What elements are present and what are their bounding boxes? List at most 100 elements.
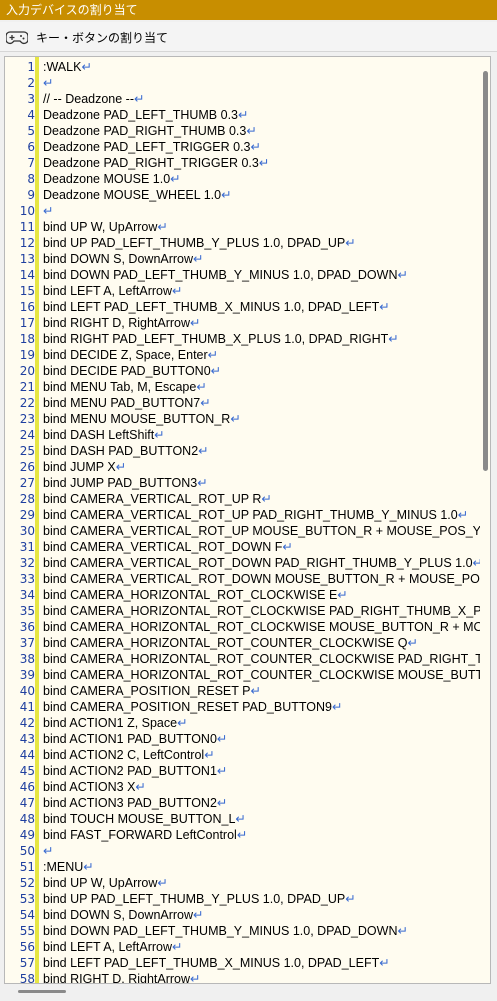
code-line[interactable]: 38 bind CAMERA_HORIZONTAL_ROT_COUNTER_CLO… xyxy=(5,651,490,667)
code-line[interactable]: 52 bind UP W, UpArrow↵ xyxy=(5,875,490,891)
line-text: :MENU↵ xyxy=(43,860,94,874)
code-line[interactable]: 1:WALK↵ xyxy=(5,59,490,75)
code-line[interactable]: 20 bind DECIDE PAD_BUTTON0↵ xyxy=(5,363,490,379)
code-line[interactable]: 19 bind DECIDE Z, Space, Enter↵ xyxy=(5,347,490,363)
code-line[interactable]: 33 bind CAMERA_VERTICAL_ROT_DOWN MOUSE_BU… xyxy=(5,571,490,587)
newline-mark: ↵ xyxy=(154,428,165,442)
code-line[interactable]: 13 bind DOWN S, DownArrow↵ xyxy=(5,251,490,267)
newline-mark: ↵ xyxy=(196,380,207,394)
code-line[interactable]: 42 bind ACTION1 Z, Space↵ xyxy=(5,715,490,731)
code-line[interactable]: 46 bind ACTION3 X↵ xyxy=(5,779,490,795)
code-line[interactable]: 15 bind LEFT A, LeftArrow↵ xyxy=(5,283,490,299)
code-line[interactable]: 27 bind JUMP PAD_BUTTON3↵ xyxy=(5,475,490,491)
line-number: 55 xyxy=(19,924,35,938)
code-line[interactable]: 44 bind ACTION2 C, LeftControl↵ xyxy=(5,747,490,763)
code-line[interactable]: 45 bind ACTION2 PAD_BUTTON1↵ xyxy=(5,763,490,779)
code-line[interactable]: 21 bind MENU Tab, M, Escape↵ xyxy=(5,379,490,395)
newline-mark: ↵ xyxy=(170,172,181,186)
code-line[interactable]: 48 bind TOUCH MOUSE_BUTTON_L↵ xyxy=(5,811,490,827)
code-line[interactable]: 2 ↵ xyxy=(5,75,490,91)
code-editor[interactable]: 1:WALK↵ 2 ↵ 3// -- Deadzone --↵ 4 Deadzone PA… xyxy=(4,56,491,984)
code-line[interactable]: 17 bind RIGHT D, RightArrow↵ xyxy=(5,315,490,331)
newline-mark: ↵ xyxy=(157,876,168,890)
code-line[interactable]: 5 Deadzone PAD_RIGHT_THUMB 0.3↵ xyxy=(5,123,490,139)
code-line[interactable]: 29 bind CAMERA_VERTICAL_ROT_UP PAD_RIGHT_… xyxy=(5,507,490,523)
code-line[interactable]: 47 bind ACTION3 PAD_BUTTON2↵ xyxy=(5,795,490,811)
line-text: bind LEFT PAD_LEFT_THUMB_X_MINUS 1.0, DP… xyxy=(43,300,390,314)
code-line[interactable]: 11 bind UP W, UpArrow↵ xyxy=(5,219,490,235)
code-line[interactable]: 37 bind CAMERA_HORIZONTAL_ROT_COUNTER_CLO… xyxy=(5,635,490,651)
newline-mark: ↵ xyxy=(261,492,272,506)
code-line[interactable]: 30 bind CAMERA_VERTICAL_ROT_UP MOUSE_BUTT… xyxy=(5,523,490,539)
code-line[interactable]: 31 bind CAMERA_VERTICAL_ROT_DOWN F↵ xyxy=(5,539,490,555)
line-number: 40 xyxy=(19,684,35,698)
code-line[interactable]: 40 bind CAMERA_POSITION_RESET P↵ xyxy=(5,683,490,699)
code-line[interactable]: 34 bind CAMERA_HORIZONTAL_ROT_CLOCKWISE E… xyxy=(5,587,490,603)
code-line[interactable]: 18 bind RIGHT PAD_LEFT_THUMB_X_PLUS 1.0, … xyxy=(5,331,490,347)
code-line[interactable]: 4 Deadzone PAD_LEFT_THUMB 0.3↵ xyxy=(5,107,490,123)
code-line[interactable]: 57 bind LEFT PAD_LEFT_THUMB_X_MINUS 1.0, … xyxy=(5,955,490,971)
code-line[interactable]: 35 bind CAMERA_HORIZONTAL_ROT_CLOCKWISE P… xyxy=(5,603,490,619)
newline-mark: ↵ xyxy=(198,444,209,458)
code-line[interactable]: 25 bind DASH PAD_BUTTON2↵ xyxy=(5,443,490,459)
line-text: bind ACTION2 PAD_BUTTON1↵ xyxy=(43,764,228,778)
line-text: bind CAMERA_HORIZONTAL_ROT_CLOCKWISE E↵ xyxy=(43,588,348,602)
line-number: 9 xyxy=(27,188,35,202)
line-text: bind CAMERA_POSITION_RESET PAD_BUTTON9↵ xyxy=(43,700,343,714)
line-text: Deadzone MOUSE 1.0↵ xyxy=(43,172,181,186)
line-number: 34 xyxy=(19,588,35,602)
code-line[interactable]: 36 bind CAMERA_HORIZONTAL_ROT_CLOCKWISE M… xyxy=(5,619,490,635)
horizontal-scrollbar[interactable] xyxy=(4,984,491,998)
code-line[interactable]: 12 bind UP PAD_LEFT_THUMB_Y_PLUS 1.0, DPA… xyxy=(5,235,490,251)
newline-mark: ↵ xyxy=(407,636,418,650)
code-line[interactable]: 26 bind JUMP X↵ xyxy=(5,459,490,475)
code-line[interactable]: 39 bind CAMERA_HORIZONTAL_ROT_COUNTER_CLO… xyxy=(5,667,490,683)
code-line[interactable]: 53 bind UP PAD_LEFT_THUMB_Y_PLUS 1.0, DPA… xyxy=(5,891,490,907)
code-line[interactable]: 23 bind MENU MOUSE_BUTTON_R↵ xyxy=(5,411,490,427)
code-line[interactable]: 7 Deadzone PAD_RIGHT_TRIGGER 0.3↵ xyxy=(5,155,490,171)
line-number: 39 xyxy=(19,668,35,682)
code-line[interactable]: 24 bind DASH LeftShift↵ xyxy=(5,427,490,443)
code-line[interactable]: 16 bind LEFT PAD_LEFT_THUMB_X_MINUS 1.0, … xyxy=(5,299,490,315)
horizontal-scroll-thumb[interactable] xyxy=(18,990,66,993)
code-line[interactable]: 43 bind ACTION1 PAD_BUTTON0↵ xyxy=(5,731,490,747)
newline-mark: ↵ xyxy=(115,460,127,474)
code-line[interactable]: 22 bind MENU PAD_BUTTON7↵ xyxy=(5,395,490,411)
code-line[interactable]: 51:MENU↵ xyxy=(5,859,490,875)
code-line[interactable]: 55 bind DOWN PAD_LEFT_THUMB_Y_MINUS 1.0, … xyxy=(5,923,490,939)
code-line[interactable]: 58 bind RIGHT D, RightArrow↵ xyxy=(5,971,490,983)
code-line[interactable]: 56 bind LEFT A, LeftArrow↵ xyxy=(5,939,490,955)
code-line[interactable]: 32 bind CAMERA_VERTICAL_ROT_DOWN PAD_RIGH… xyxy=(5,555,490,571)
code-line[interactable]: 49 bind FAST_FORWARD LeftControl↵ xyxy=(5,827,490,843)
vertical-scroll-thumb[interactable] xyxy=(483,71,488,471)
newline-mark: ↵ xyxy=(379,956,390,970)
line-number: 46 xyxy=(19,780,35,794)
code-line[interactable]: 14 bind DOWN PAD_LEFT_THUMB_Y_MINUS 1.0, … xyxy=(5,267,490,283)
line-number: 41 xyxy=(19,700,35,714)
code-line[interactable]: 50 ↵ xyxy=(5,843,490,859)
code-line[interactable]: 41 bind CAMERA_POSITION_RESET PAD_BUTTON9… xyxy=(5,699,490,715)
code-line[interactable]: 54 bind DOWN S, DownArrow↵ xyxy=(5,907,490,923)
key-assign-button[interactable]: キー・ボタンの割り当て xyxy=(6,26,168,48)
code-line[interactable]: 3 // -- Deadzone --↵ xyxy=(5,91,490,107)
line-text: bind JUMP PAD_BUTTON3↵ xyxy=(43,476,208,490)
newline-mark: ↵ xyxy=(345,236,356,250)
line-text: bind DASH PAD_BUTTON2↵ xyxy=(43,444,209,458)
line-text: bind DOWN PAD_LEFT_THUMB_Y_MINUS 1.0, DP… xyxy=(43,268,408,282)
line-text: bind MENU PAD_BUTTON7↵ xyxy=(43,396,211,410)
line-text: bind LEFT A, LeftArrow↵ xyxy=(43,284,183,298)
code-line[interactable]: 9 Deadzone MOUSE_WHEEL 1.0↵ xyxy=(5,187,490,203)
line-text: bind RIGHT PAD_LEFT_THUMB_X_PLUS 1.0, DP… xyxy=(43,332,399,346)
newline-mark: ↵ xyxy=(457,508,469,522)
newline-mark: ↵ xyxy=(204,748,215,762)
line-text: bind DOWN PAD_LEFT_THUMB_Y_MINUS 1.0, DP… xyxy=(43,924,408,938)
code-line[interactable]: 6 Deadzone PAD_LEFT_TRIGGER 0.3↵ xyxy=(5,139,490,155)
code-line[interactable]: 28 bind CAMERA_VERTICAL_ROT_UP R↵ xyxy=(5,491,490,507)
vertical-scrollbar[interactable] xyxy=(480,57,490,983)
newline-mark: ↵ xyxy=(216,764,228,778)
line-number: 47 xyxy=(19,796,35,810)
code-line[interactable]: 10 ↵ xyxy=(5,203,490,219)
newline-mark: ↵ xyxy=(43,844,54,858)
line-number: 56 xyxy=(19,940,35,954)
code-line[interactable]: 8 Deadzone MOUSE 1.0↵ xyxy=(5,171,490,187)
